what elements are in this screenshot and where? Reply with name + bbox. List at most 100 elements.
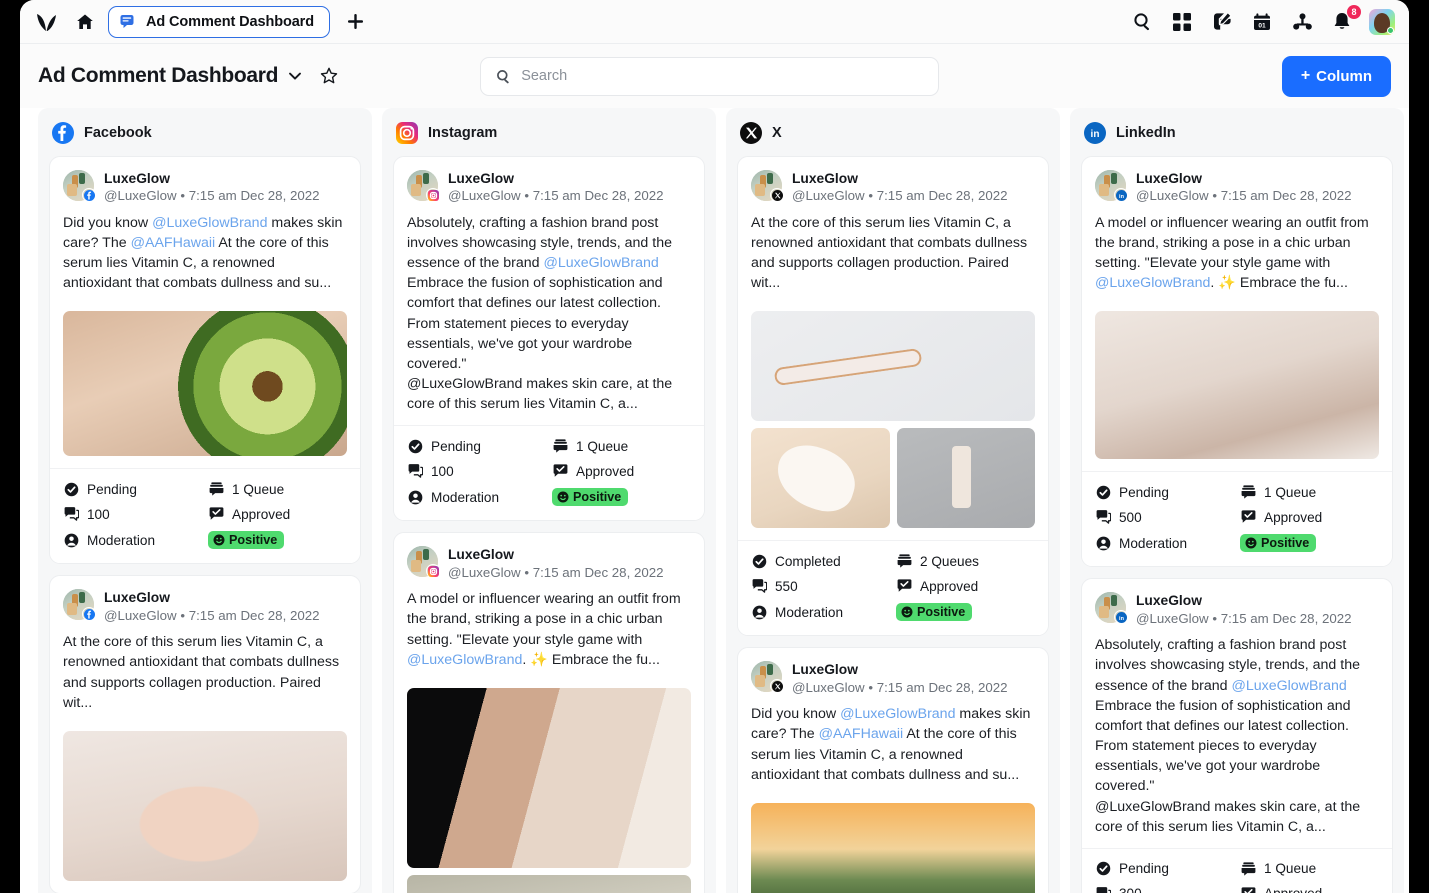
avatar[interactable] xyxy=(1369,8,1395,35)
post-card[interactable]: LuxeGlow @LuxeGlow • 7:15 am Dec 28, 202… xyxy=(393,156,705,522)
stat-value: 300 xyxy=(1119,886,1142,893)
post-avatar[interactable] xyxy=(63,170,96,202)
stat-status-check: Pending xyxy=(407,438,546,454)
online-status-dot xyxy=(1387,26,1394,34)
stat-value: Completed xyxy=(775,553,841,569)
post-text: A model or influencer wearing an outfit … xyxy=(1082,206,1392,305)
post-avatar[interactable] xyxy=(751,170,784,202)
stat-value: 100 xyxy=(87,506,110,522)
stat-status-check: Completed xyxy=(751,553,890,569)
compose-icon[interactable] xyxy=(1209,9,1235,35)
media-thumbnail[interactable] xyxy=(63,311,347,457)
mention-link[interactable]: @AAFHawaii xyxy=(131,235,216,251)
post-avatar[interactable] xyxy=(63,589,96,622)
media-thumbnail[interactable] xyxy=(896,428,1035,529)
apps-grid-icon[interactable] xyxy=(1169,9,1195,35)
status-badge: Positive xyxy=(896,603,973,622)
stat-value: 1 Queue xyxy=(1264,861,1317,877)
approval-icon xyxy=(208,506,224,522)
post-text: A model or influencer wearing an outfit … xyxy=(394,582,704,681)
stat-approval: Approved xyxy=(1240,509,1379,525)
add-column-button[interactable]: + Column xyxy=(1281,55,1391,97)
post-handle: @LuxeGlow xyxy=(448,188,521,204)
avatar-shape-a xyxy=(423,173,429,184)
media-thumbnail[interactable] xyxy=(751,428,890,529)
media-thumbnail[interactable] xyxy=(751,311,1035,422)
bell-icon[interactable]: 8 xyxy=(1329,4,1361,35)
tab-label: Ad Comment Dashboard xyxy=(146,13,314,30)
media-thumbnail[interactable] xyxy=(407,874,691,893)
stat-value: 500 xyxy=(1119,509,1142,525)
mention-link[interactable]: @LuxeGlowBrand xyxy=(1231,678,1346,694)
post-card[interactable]: in LuxeGlow @LuxeGlow • 7:15 am Dec 28, … xyxy=(1081,156,1393,568)
mention-link[interactable]: @LuxeGlowBrand xyxy=(1095,275,1210,291)
media-thumbnail[interactable] xyxy=(407,687,691,868)
mention-link[interactable]: @LuxeGlowBrand xyxy=(407,652,522,668)
svg-text:01: 01 xyxy=(1258,22,1266,29)
column-body[interactable]: in LuxeGlow @LuxeGlow • 7:15 am Dec 28, … xyxy=(1070,156,1404,893)
search-bar[interactable]: Search xyxy=(480,56,940,96)
column-body[interactable]: LuxeGlow @LuxeGlow • 7:15 am Dec 28, 202… xyxy=(382,156,716,893)
post-handle-time: @LuxeGlow • 7:15 am Dec 28, 2022 xyxy=(792,679,1008,698)
media-thumbnail[interactable] xyxy=(751,802,1035,893)
avatar-shape-a xyxy=(79,173,85,184)
avatar-shape-a xyxy=(767,664,773,676)
sentiment-label: Positive xyxy=(1261,536,1310,551)
sprout-logo-icon[interactable] xyxy=(26,5,66,39)
post-timestamp: 7:15 am Dec 28, 2022 xyxy=(876,188,1008,204)
column-body[interactable]: LuxeGlow @LuxeGlow • 7:15 am Dec 28, 202… xyxy=(38,156,372,893)
post-card[interactable]: LuxeGlow @LuxeGlow • 7:15 am Dec 28, 202… xyxy=(393,532,705,893)
post-text-segment: . ✨ Embrace the fu... xyxy=(1210,275,1348,292)
post-card[interactable]: LuxeGlow @LuxeGlow • 7:15 am Dec 28, 202… xyxy=(49,156,361,565)
separator-dot: • xyxy=(1212,188,1217,204)
queue-icon xyxy=(1240,861,1256,877)
post-card[interactable]: LuxeGlow @LuxeGlow • 7:15 am Dec 28, 202… xyxy=(49,575,361,893)
media-thumbnail[interactable] xyxy=(63,730,347,881)
post-timestamp: 7:15 am Dec 28, 2022 xyxy=(532,564,664,580)
mention-link[interactable]: @LuxeGlowBrand xyxy=(840,706,955,722)
post-avatar[interactable] xyxy=(407,170,440,202)
post-card[interactable]: LuxeGlow @LuxeGlow • 7:15 am Dec 28, 202… xyxy=(737,647,1049,893)
column-header[interactable]: in LinkedIn xyxy=(1070,108,1404,156)
stat-value: 1 Queue xyxy=(576,438,629,454)
mention-link[interactable]: @AAFHawaii xyxy=(819,726,904,742)
stat-queue: 1 Queue xyxy=(208,481,347,497)
post-handle: @LuxeGlow xyxy=(104,188,177,204)
search-input[interactable]: Search xyxy=(521,68,567,84)
column-header[interactable]: Facebook xyxy=(38,108,372,156)
home-button[interactable] xyxy=(68,5,102,39)
calendar-icon[interactable]: 01 xyxy=(1249,9,1275,35)
post-card[interactable]: in LuxeGlow @LuxeGlow • 7:15 am Dec 28, … xyxy=(1081,578,1393,893)
stat-value: Moderation xyxy=(775,604,844,620)
media-thumbnail[interactable] xyxy=(1095,311,1379,460)
post-avatar[interactable]: in xyxy=(1095,170,1128,202)
stat-value: 2 Queues xyxy=(920,553,979,569)
add-tab-button[interactable] xyxy=(338,5,372,39)
column-header[interactable]: Instagram xyxy=(382,108,716,156)
chevron-down-icon[interactable] xyxy=(287,68,303,84)
tab-ad-comment-dashboard[interactable]: Ad Comment Dashboard xyxy=(108,5,330,38)
search-icon[interactable] xyxy=(1129,9,1155,35)
post-media xyxy=(738,802,1048,893)
post-avatar[interactable] xyxy=(751,661,784,694)
column-header[interactable]: X xyxy=(726,108,1060,156)
comment-count-icon xyxy=(751,578,767,594)
svg-text:in: in xyxy=(1119,616,1125,622)
star-icon[interactable] xyxy=(320,67,338,85)
post-avatar[interactable] xyxy=(407,546,440,579)
mention-link[interactable]: @LuxeGlowBrand xyxy=(152,215,267,231)
mention-link[interactable]: @LuxeGlowBrand xyxy=(543,255,658,271)
post-card[interactable]: LuxeGlow @LuxeGlow • 7:15 am Dec 28, 202… xyxy=(737,156,1049,637)
column-body[interactable]: LuxeGlow @LuxeGlow • 7:15 am Dec 28, 202… xyxy=(726,156,1060,893)
post-stats: Pending 1 Queue 500 Approved Moderation … xyxy=(1082,471,1392,567)
stat-approval: Approved xyxy=(552,463,691,479)
post-handle: @LuxeGlow xyxy=(104,607,177,623)
post-avatar[interactable]: in xyxy=(1095,592,1128,625)
queue-icon xyxy=(1240,484,1256,500)
separator-dot: • xyxy=(180,188,185,204)
listening-icon[interactable] xyxy=(1289,9,1315,35)
sentiment-label: Positive xyxy=(573,490,622,505)
svg-text:in: in xyxy=(1091,129,1100,140)
stat-value: 1 Queue xyxy=(232,481,285,497)
platform-badge-instagram xyxy=(426,188,440,202)
